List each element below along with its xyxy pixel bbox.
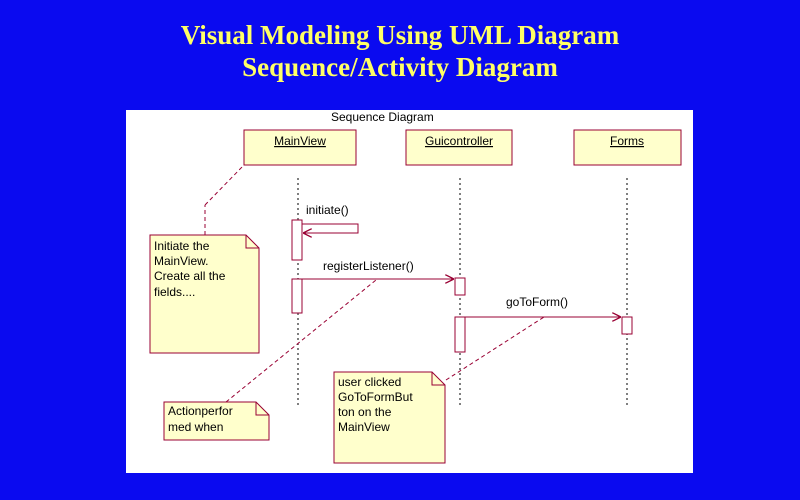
message-initiate-label: initiate() xyxy=(306,203,349,217)
activation-guicontroller-2 xyxy=(454,316,466,353)
note1-line-3: Create all the xyxy=(154,269,226,283)
activation-mainview-2 xyxy=(291,278,303,314)
note1-line-1: Initiate the xyxy=(154,239,210,253)
note2-line-1: Actionperfor xyxy=(168,404,233,418)
message-gotoform-label: goToForm() xyxy=(506,295,568,309)
message-registerlistener-label: registerListener() xyxy=(323,259,414,273)
message-initiate-arrow xyxy=(302,223,359,233)
lifeline-label-mainview: MainView xyxy=(274,134,326,148)
sequence-diagram-canvas: Sequence Diagram MainView Guicontroller … xyxy=(149,110,682,464)
sequence-diagram-panel: Sequence Diagram MainView Guicontroller … xyxy=(126,110,693,473)
note3-line-3: ton on the xyxy=(338,405,392,419)
slide-title-line-2: Sequence/Activity Diagram xyxy=(242,52,558,82)
activation-guicontroller-1 xyxy=(454,277,466,296)
note1-line-4: fields.... xyxy=(154,285,195,299)
note1-line-2: MainView. xyxy=(154,254,208,268)
activation-mainview-1 xyxy=(291,219,303,261)
lifeline-label-guicontroller: Guicontroller xyxy=(425,134,493,148)
slide-title-line-1: Visual Modeling Using UML Diagram xyxy=(180,20,620,50)
note2-line-2: med when xyxy=(168,420,223,434)
lifeline-label-forms: Forms xyxy=(610,134,644,148)
note3-line-2: GoToFormBut xyxy=(338,390,413,404)
note3-line-1: user clicked xyxy=(338,375,401,389)
note1-connector-2 xyxy=(204,165,244,206)
activation-forms-1 xyxy=(621,316,633,335)
note3-line-4: MainView xyxy=(338,420,390,434)
diagram-name: Sequence Diagram xyxy=(331,110,434,124)
